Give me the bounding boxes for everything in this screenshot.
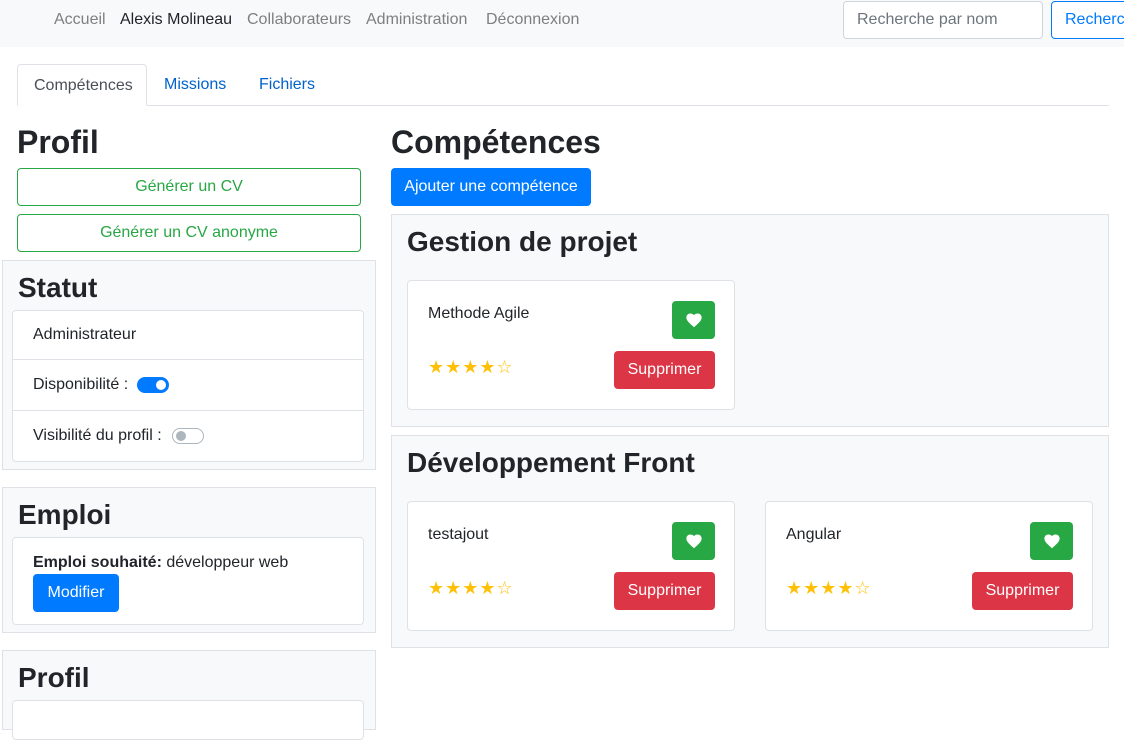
toggle-knob: [176, 431, 186, 441]
visibility-label: Visibilité du profil :: [33, 427, 162, 444]
visibility-toggle[interactable]: [172, 428, 204, 444]
rating-stars: ★★★★☆: [786, 578, 872, 599]
heart-icon: [685, 313, 702, 328]
heart-icon: [685, 534, 702, 549]
skill-card: Methode Agile ★★★★☆ Supprimer: [407, 280, 735, 410]
role-text: Administrateur: [33, 326, 137, 343]
nav-deconnexion[interactable]: Déconnexion: [486, 11, 579, 29]
category-title: Développement Front: [407, 447, 695, 478]
competences-title: Compétences: [391, 124, 601, 160]
statut-title: Statut: [18, 272, 98, 303]
emploi-value: développeur web: [166, 554, 289, 571]
availability-label: Disponibilité :: [33, 376, 129, 393]
nav-accueil[interactable]: Accueil: [54, 11, 106, 29]
emploi-box: Emploi souhaité: développeur web Modifie…: [12, 537, 364, 625]
heart-icon: [1043, 534, 1060, 549]
skill-name: Methode Agile: [428, 305, 530, 322]
tab-fichiers[interactable]: Fichiers: [243, 64, 331, 106]
skill-name: Angular: [786, 526, 842, 543]
generate-cv-anonymous-button[interactable]: Générer un CV anonyme: [17, 214, 361, 252]
generate-cv-button[interactable]: Générer un CV: [17, 168, 361, 206]
favorite-button[interactable]: [672, 522, 715, 560]
nav-collaborateurs[interactable]: Collaborateurs: [247, 11, 351, 29]
visibility-item: Visibilité du profil :: [13, 410, 363, 461]
statut-list: Administrateur Disponibilité : Visibilit…: [12, 310, 364, 462]
emploi-line: Emploi souhaité: développeur web: [33, 554, 288, 572]
emploi-panel: Emploi Emploi souhaité: développeur web …: [2, 487, 376, 633]
search-input[interactable]: [843, 1, 1043, 39]
skill-name: testajout: [428, 526, 489, 543]
profil-panel-title: Profil: [18, 662, 90, 693]
navbar: Accueil Alexis Molineau Collaborateurs A…: [0, 0, 1124, 47]
favorite-button[interactable]: [1030, 522, 1073, 560]
rating-stars: ★★★★☆: [428, 578, 514, 599]
statut-panel: Statut Administrateur Disponibilité : Vi…: [2, 260, 376, 470]
profil-panel: Profil: [2, 650, 376, 740]
tab-competences[interactable]: Compétences: [17, 64, 147, 106]
search-button[interactable]: Rechercher: [1051, 1, 1124, 39]
skill-card: testajout ★★★★☆ Supprimer: [407, 501, 735, 631]
favorite-button[interactable]: [672, 301, 715, 339]
skill-card: Angular ★★★★☆ Supprimer: [765, 501, 1093, 631]
add-competence-button[interactable]: Ajouter une compétence: [391, 168, 591, 206]
category-title: Gestion de projet: [407, 226, 638, 257]
delete-button[interactable]: Supprimer: [614, 572, 715, 610]
rating-stars: ★★★★☆: [428, 357, 514, 378]
availability-item: Disponibilité :: [13, 359, 363, 410]
category-panel: Gestion de projet Methode Agile ★★★★☆ Su…: [391, 214, 1109, 427]
availability-toggle[interactable]: [137, 377, 169, 393]
nav-user[interactable]: Alexis Molineau: [120, 11, 232, 29]
delete-button[interactable]: Supprimer: [614, 351, 715, 389]
emploi-title: Emploi: [18, 499, 112, 530]
emploi-label: Emploi souhaité:: [33, 554, 162, 571]
role-item: Administrateur: [13, 310, 363, 360]
profil-box: [12, 700, 364, 740]
modify-button[interactable]: Modifier: [33, 574, 119, 612]
toggle-knob: [156, 380, 166, 390]
nav-administration[interactable]: Administration: [366, 11, 467, 29]
delete-button[interactable]: Supprimer: [972, 572, 1073, 610]
profil-title: Profil: [17, 124, 99, 160]
category-panel: Développement Front testajout ★★★★☆ Supp…: [391, 435, 1109, 648]
tab-missions[interactable]: Missions: [148, 64, 242, 106]
